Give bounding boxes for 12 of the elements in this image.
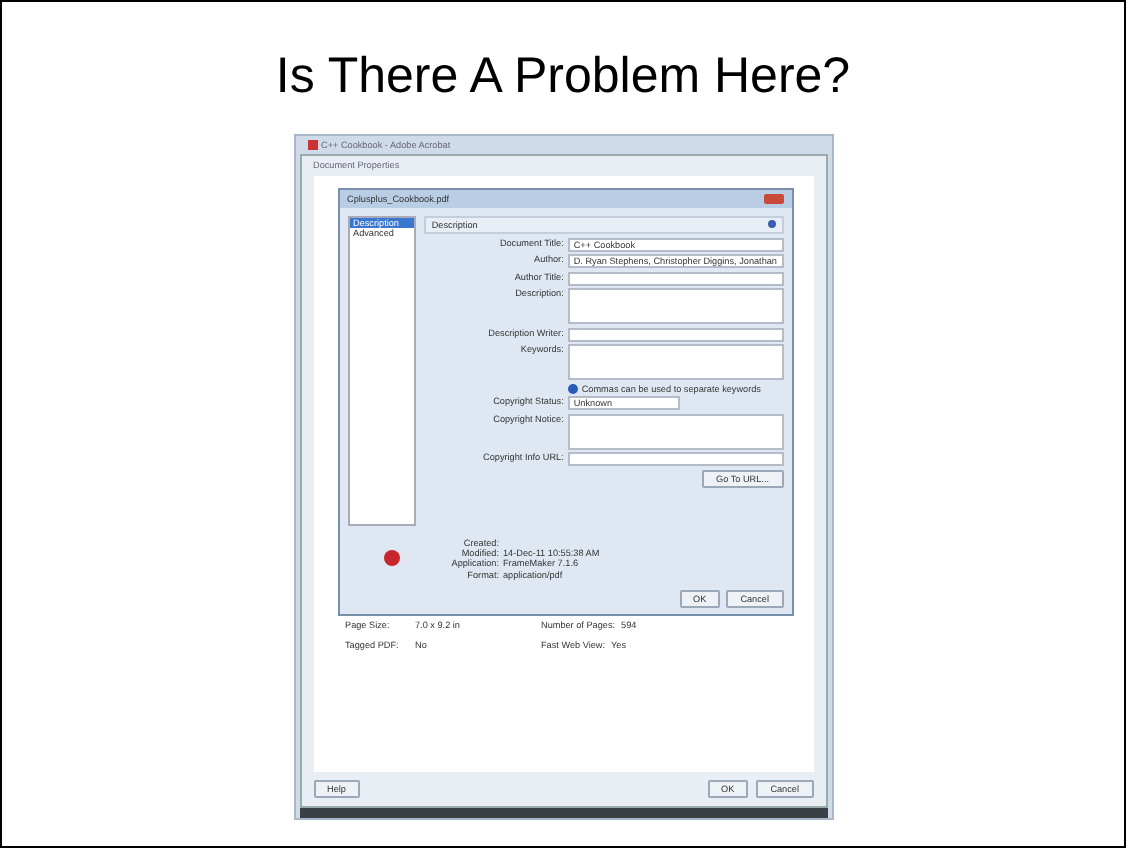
error-icon (383, 550, 399, 567)
app-icon (307, 140, 317, 151)
text-area[interactable] (567, 344, 783, 381)
info-icon (567, 383, 578, 394)
help-icon (767, 220, 775, 229)
input-field[interactable] (567, 271, 783, 286)
close-button[interactable] (763, 193, 783, 204)
slide-title: Is There A Problem Here? (275, 46, 851, 106)
text-area[interactable] (567, 288, 783, 325)
input-field[interactable] (567, 327, 783, 342)
text-area[interactable] (567, 413, 783, 450)
input-field[interactable] (567, 452, 783, 467)
